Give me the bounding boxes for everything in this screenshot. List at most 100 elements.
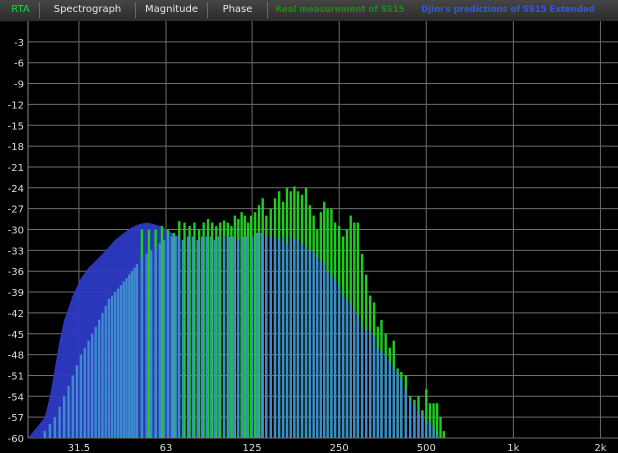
overlay-bar <box>191 236 195 438</box>
overlay-bar <box>135 264 139 438</box>
x-tick-label: 1k <box>507 443 519 453</box>
legend-item-measurement: Real measurement of SS15 <box>275 5 405 15</box>
y-tick-label: -12 <box>8 100 24 111</box>
x-tick-label: 63 <box>160 443 173 453</box>
overlay-bar <box>128 274 131 438</box>
overlay-bar <box>312 250 315 438</box>
overlay-bar <box>265 236 268 438</box>
overlay-bar <box>281 236 285 438</box>
x-tick-label: 31.5 <box>68 443 90 453</box>
overlay-bar <box>174 236 177 438</box>
x-axis-labels: 31.5 63 125 250 500 1k 2k <box>68 443 607 453</box>
overlay-bar <box>308 250 312 438</box>
y-tick-label: -24 <box>8 184 24 195</box>
overlay-bar <box>304 246 308 438</box>
overlay-bar <box>145 253 148 438</box>
overlay-bar <box>122 281 125 438</box>
measurement-bar <box>243 215 247 438</box>
tab-rta[interactable]: RTA <box>2 2 40 18</box>
overlay-bar <box>133 267 136 438</box>
y-tick-label: -60 <box>8 434 24 445</box>
overlay-bar <box>296 239 300 438</box>
overlay-bar <box>369 330 372 438</box>
overlay-bar <box>94 326 97 438</box>
overlay-bar <box>90 333 94 438</box>
overlay-bar <box>260 232 263 438</box>
overlay-bar <box>376 347 380 438</box>
overlay-bar <box>326 271 329 438</box>
overlay-bar <box>130 271 134 438</box>
overlay-bar <box>417 410 420 438</box>
overlay-bar <box>119 285 123 438</box>
overlay-bar <box>58 406 61 438</box>
x-tick-label: 2k <box>594 443 606 453</box>
overlay-bar <box>293 239 296 438</box>
overlay-bar <box>316 257 319 438</box>
overlay-bar <box>435 434 439 438</box>
overlay-bar <box>289 236 292 438</box>
overlay-bar <box>158 243 162 438</box>
overlay-bar <box>116 288 120 438</box>
tab-bar: RTA Spectrograph Magnitude Phase Real me… <box>0 0 618 22</box>
y-tick-label: -51 <box>8 371 24 382</box>
measurement-bar <box>147 229 151 438</box>
overlay-bar <box>353 309 356 438</box>
overlay-bar <box>380 351 383 438</box>
y-tick-label: -15 <box>8 121 24 132</box>
overlay-bar <box>71 375 75 438</box>
overlay-bar <box>62 396 66 438</box>
measurement-bar <box>439 417 442 438</box>
overlay-bar <box>241 236 244 438</box>
tab-spectrograph[interactable]: Spectrograph <box>40 2 136 18</box>
overlay-bar <box>83 347 86 438</box>
overlay-bar <box>400 378 403 438</box>
overlay-bar <box>110 295 114 438</box>
overlay-bar <box>300 243 304 438</box>
overlay-bar <box>166 236 170 438</box>
overlay-bar <box>43 431 46 438</box>
overlay-bar <box>154 246 157 438</box>
overlay-bar <box>205 236 208 438</box>
overlay-bar <box>170 236 174 438</box>
overlay-bar <box>333 278 337 438</box>
overlay-bar <box>250 236 254 438</box>
overlay-bar <box>67 385 70 438</box>
y-tick-label: -54 <box>8 392 24 403</box>
overlay-bar <box>269 236 272 438</box>
overlay-bar <box>162 239 166 438</box>
overlay-bar <box>384 354 387 438</box>
measurement-bar <box>435 403 439 438</box>
tab-magnitude[interactable]: Magnitude <box>136 2 208 18</box>
overlay-bar <box>140 257 144 438</box>
overlay-bar <box>273 236 277 438</box>
overlay-bar <box>341 295 345 438</box>
overlay-bar <box>428 420 432 438</box>
y-tick-label: -33 <box>8 246 24 257</box>
overlay-bar <box>232 236 235 438</box>
overlay-bar <box>107 299 111 438</box>
y-axis-labels: -3 -6 -9 -12 -15 -18 -21 -24 -27 -30 -33 -36 -39 -42 -… <box>8 38 24 445</box>
overlay-bar <box>97 319 101 438</box>
overlay-bar <box>104 305 107 438</box>
y-tick-label: -57 <box>8 413 24 424</box>
overlay-bar <box>113 292 117 438</box>
overlay-bar <box>181 239 185 438</box>
y-tick-label: -36 <box>8 267 24 278</box>
y-tick-label: -9 <box>14 80 24 91</box>
overlay-bar <box>186 236 190 438</box>
overlay-bar <box>319 260 323 438</box>
overlay-bar <box>365 330 368 438</box>
rta-chart: -3 -6 -9 -12 -15 -18 -21 -24 -27 -30 -33 -36 -39 -42 -… <box>8 21 618 453</box>
overlay-bar <box>200 236 204 438</box>
overlay-bar <box>421 413 424 438</box>
overlay-bar <box>356 316 360 438</box>
overlay-bar <box>349 302 352 438</box>
y-tick-label: -3 <box>14 38 24 49</box>
overlay-bar <box>245 236 249 438</box>
y-tick-label: -27 <box>8 205 24 216</box>
overlay-bar <box>425 424 428 438</box>
y-tick-label: -48 <box>8 351 24 362</box>
overlay-bar <box>413 403 416 438</box>
overlay-bar <box>432 427 435 438</box>
tab-phase[interactable]: Phase <box>208 2 268 18</box>
